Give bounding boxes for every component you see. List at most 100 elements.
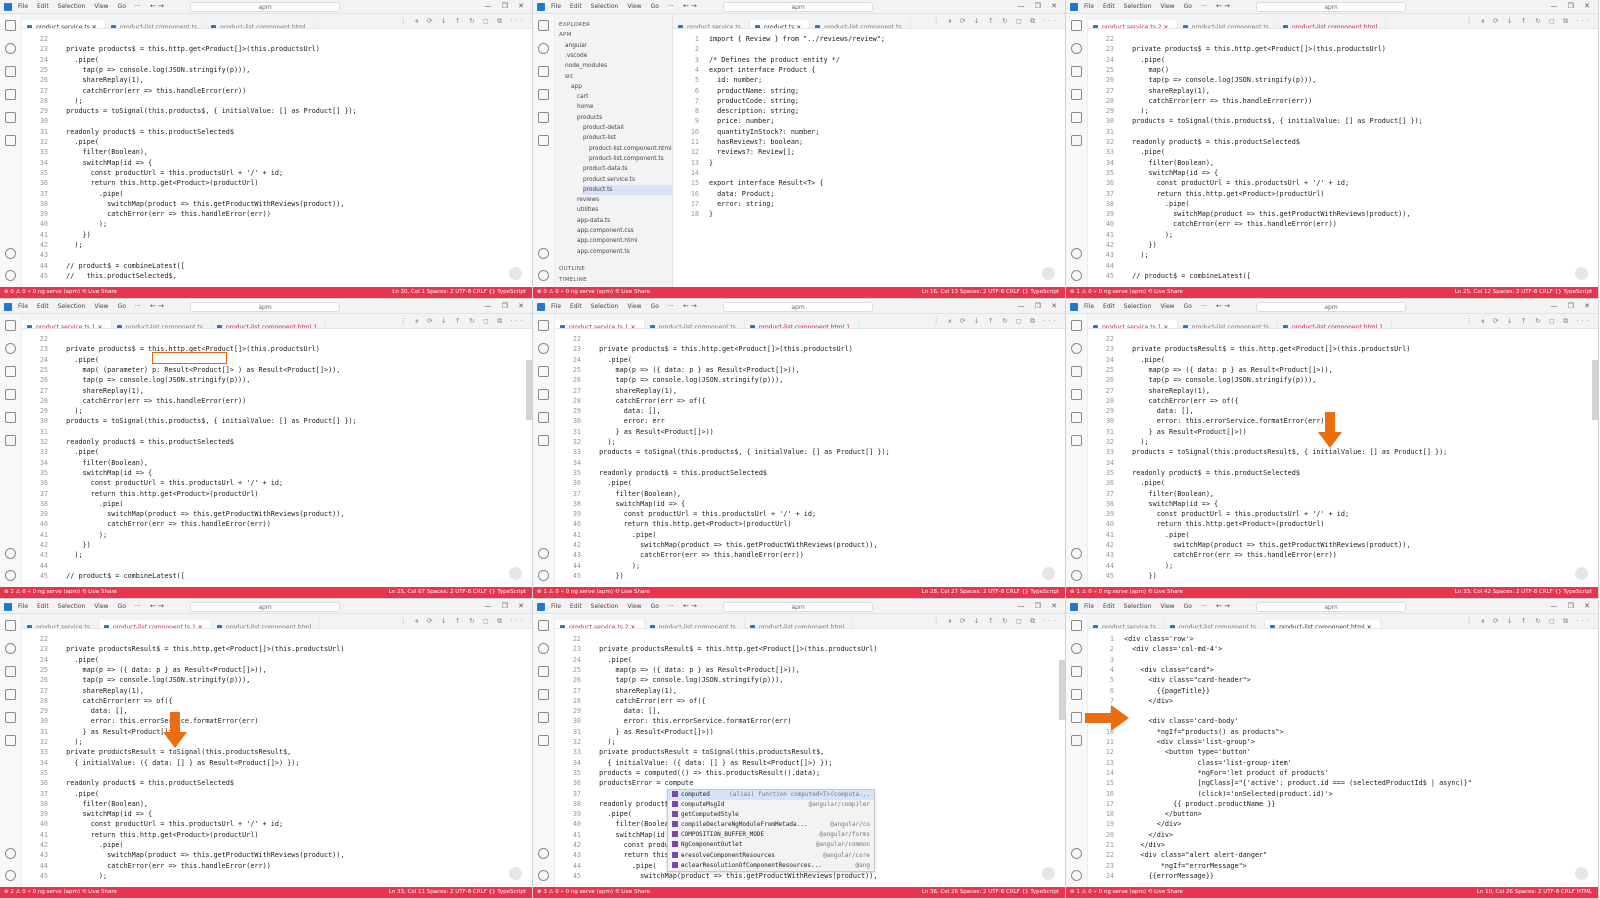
editor-tab[interactable]: product-list.component.html ✕ bbox=[1265, 620, 1381, 628]
autocomplete-popup[interactable]: computed (alias) function computed<T>(com… bbox=[667, 788, 875, 872]
menu-item[interactable]: File bbox=[18, 3, 28, 10]
editor-tab[interactable]: product-list.component.ts bbox=[645, 320, 745, 328]
close-icon[interactable]: ✕ bbox=[629, 324, 636, 328]
nav-arrows-icon[interactable]: ← → bbox=[150, 2, 164, 10]
menu-item[interactable]: Edit bbox=[1103, 603, 1115, 610]
menu-item[interactable]: File bbox=[1084, 303, 1094, 310]
search-icon[interactable] bbox=[1071, 643, 1082, 654]
close-icon[interactable]: ✕ bbox=[794, 24, 801, 28]
code-editor[interactable]: 22 23 private products$ = this.http.get<P… bbox=[555, 330, 1065, 587]
close-icon[interactable]: ✕ bbox=[96, 324, 103, 328]
menu-item[interactable]: Go bbox=[651, 3, 659, 10]
editor-tab[interactable]: product-list.component.ts bbox=[810, 20, 911, 28]
window-controls[interactable]: — ❐ ✕ bbox=[1017, 602, 1061, 610]
source-control-icon[interactable] bbox=[538, 66, 549, 77]
editor-tab[interactable]: product.service.ts 2 ✕ bbox=[1088, 20, 1178, 28]
code-editor[interactable]: 22 23 private products$ = this.http.get<P… bbox=[22, 330, 532, 587]
menu-item[interactable]: View bbox=[94, 303, 108, 310]
editor-tab[interactable]: product-list.component.html bbox=[745, 620, 854, 628]
explorer-tree-item[interactable]: cart bbox=[577, 92, 588, 102]
menu-item[interactable]: Go bbox=[1184, 603, 1192, 610]
account-icon[interactable] bbox=[5, 248, 16, 259]
explorer-tree-item[interactable]: reviews bbox=[577, 195, 599, 205]
menu-item[interactable]: File bbox=[551, 603, 561, 610]
extensions-icon[interactable] bbox=[5, 712, 16, 723]
nav-arrows-icon[interactable]: ← → bbox=[1216, 602, 1230, 610]
explorer-tree-item[interactable]: product.ts bbox=[583, 184, 672, 195]
account-icon[interactable] bbox=[1071, 248, 1082, 259]
explorer-section-header[interactable]: TIMELINE bbox=[559, 275, 587, 285]
editor-tab[interactable]: product-list.component.html 1 bbox=[212, 320, 327, 328]
menu-item[interactable]: View bbox=[627, 603, 641, 610]
source-control-icon[interactable] bbox=[1071, 666, 1082, 677]
run-debug-icon[interactable] bbox=[5, 689, 16, 700]
editor-tab[interactable]: product.service.ts 1 ✕ bbox=[22, 320, 112, 328]
explorer-tree-item[interactable]: utilities bbox=[577, 205, 598, 215]
files-icon[interactable] bbox=[5, 20, 16, 31]
status-right[interactable]: Ln 25, Col 12 Spaces: 2 UTF-8 CRLF {} Ty… bbox=[1455, 287, 1592, 298]
menu-item[interactable]: ··· bbox=[1201, 303, 1207, 310]
gear-icon[interactable] bbox=[1071, 270, 1082, 281]
autocomplete-item[interactable]: getComputedStyle bbox=[668, 810, 874, 820]
menu-item[interactable]: File bbox=[18, 303, 28, 310]
menu-item[interactable]: View bbox=[627, 3, 641, 10]
status-left[interactable]: ⊗ 1 ⚠ 0 ⑂ 0 ng serve (apm) ⟲ Live Share bbox=[4, 587, 117, 598]
autocomplete-item[interactable]: computeMsgId @angular/compiler bbox=[668, 800, 874, 810]
autocomplete-item[interactable]: COMPOSITION_BUFFER_MODE @angular/forms bbox=[668, 830, 874, 840]
editor-tab[interactable]: product-list.component.ts bbox=[1178, 320, 1278, 328]
search-icon[interactable] bbox=[538, 43, 549, 54]
window-controls[interactable]: — ❐ ✕ bbox=[484, 602, 528, 610]
editor-toolbar[interactable]: ⋮ ⏸ ⟳ ↓ ↑ ↻ ◻ ⧉ ··· bbox=[933, 317, 1059, 326]
menu-item[interactable]: Edit bbox=[37, 3, 49, 10]
copilot-chat-icon[interactable] bbox=[509, 567, 522, 580]
menu-item[interactable]: Edit bbox=[570, 603, 582, 610]
menu-item[interactable]: ··· bbox=[135, 603, 141, 610]
explorer-section-header[interactable]: OUTLINE bbox=[559, 264, 585, 274]
status-right[interactable]: Ln 33, Col 11 Spaces: 2 UTF-8 CRLF {} Ty… bbox=[389, 887, 526, 898]
window-controls[interactable]: — ❐ ✕ bbox=[1550, 302, 1594, 310]
editor-tab[interactable]: product-list.component.html bbox=[206, 20, 315, 28]
window-controls[interactable]: — ❐ ✕ bbox=[484, 302, 528, 310]
code-editor[interactable]: 22 23 private products$ = this.http.get<P… bbox=[22, 30, 532, 287]
code-editor[interactable]: 22 23 private productsResult$ = this.http… bbox=[555, 630, 1065, 887]
files-icon[interactable] bbox=[1071, 20, 1082, 31]
source-control-icon[interactable] bbox=[5, 66, 16, 77]
search-icon[interactable] bbox=[538, 343, 549, 354]
nav-arrows-icon[interactable]: ← → bbox=[150, 602, 164, 610]
gear-icon[interactable] bbox=[1071, 870, 1082, 881]
run-debug-icon[interactable] bbox=[538, 389, 549, 400]
scrollbar[interactable] bbox=[1059, 660, 1065, 720]
scrollbar[interactable] bbox=[1592, 360, 1598, 420]
search-icon[interactable] bbox=[1071, 43, 1082, 54]
copilot-chat-icon[interactable] bbox=[1042, 867, 1055, 880]
menu-item[interactable]: View bbox=[94, 3, 108, 10]
autocomplete-item[interactable]: compileDeclareNgModuleFromMetada... @angu… bbox=[668, 820, 874, 830]
explorer-section-header[interactable]: EXPLORER bbox=[559, 20, 590, 30]
close-icon[interactable]: ✕ bbox=[196, 624, 203, 628]
menu-item[interactable]: Selection bbox=[58, 603, 86, 610]
menu-item[interactable]: View bbox=[627, 303, 641, 310]
menu-item[interactable]: Selection bbox=[1124, 3, 1152, 10]
autocomplete-item[interactable]: ɵresolveComponentResources @angular/core bbox=[668, 851, 874, 861]
menu-item[interactable]: ··· bbox=[1201, 3, 1207, 10]
command-center-search[interactable]: apm bbox=[190, 2, 340, 12]
status-right[interactable]: Ln 25, Col 67 Spaces: 2 UTF-8 CRLF {} Ty… bbox=[389, 587, 526, 598]
autocomplete-item[interactable]: computed (alias) function computed<T>(com… bbox=[668, 789, 874, 800]
extensions-icon[interactable] bbox=[5, 412, 16, 423]
menu-item[interactable]: Selection bbox=[58, 3, 86, 10]
menu-item[interactable]: Selection bbox=[591, 603, 619, 610]
menu-item[interactable]: Edit bbox=[37, 603, 49, 610]
autocomplete-item[interactable]: NgComponentOutlet @angular/common bbox=[668, 840, 874, 850]
status-left[interactable]: ⊗ 1 ⚠ 0 ⑂ 0 ng serve (apm) ⟲ Live Share bbox=[1070, 287, 1183, 298]
remote-icon[interactable] bbox=[5, 135, 16, 146]
copilot-chat-icon[interactable] bbox=[509, 867, 522, 880]
menu-item[interactable]: File bbox=[551, 303, 561, 310]
menu-item[interactable]: ··· bbox=[668, 303, 674, 310]
gear-icon[interactable] bbox=[538, 570, 549, 581]
explorer-tree-item[interactable]: app bbox=[571, 82, 582, 92]
menu-item[interactable]: Selection bbox=[1124, 303, 1152, 310]
files-icon[interactable] bbox=[538, 620, 549, 631]
code-editor[interactable]: 22 23 private products$ = this.http.get<P… bbox=[1088, 30, 1598, 287]
code-editor[interactable]: 22 23 private productsResult$ = this.http… bbox=[1088, 330, 1598, 587]
editor-tab[interactable]: product-list.component.ts bbox=[1178, 20, 1278, 28]
